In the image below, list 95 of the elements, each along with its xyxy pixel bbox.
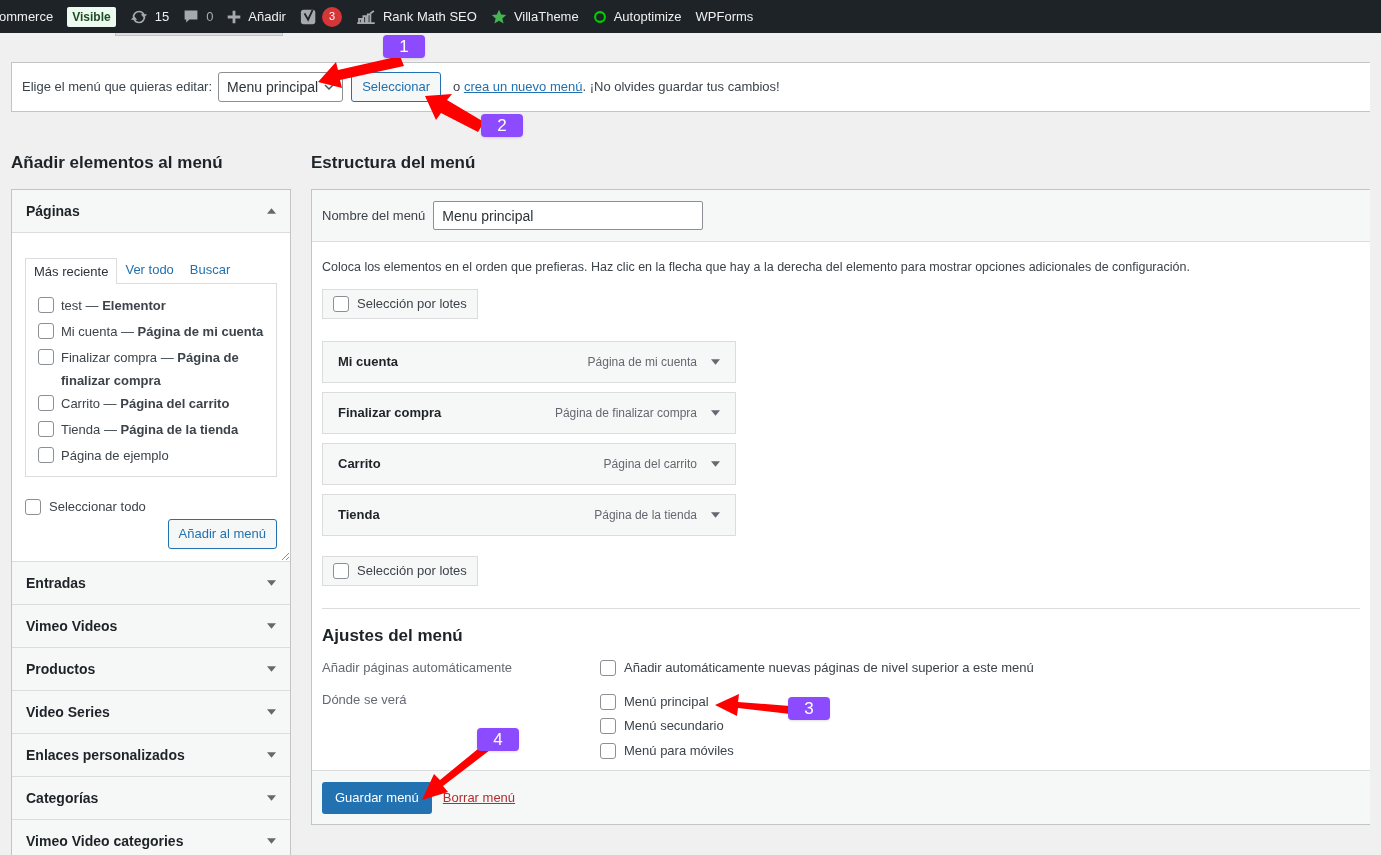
- checkbox[interactable]: [38, 297, 54, 313]
- expand-caret-icon[interactable]: [711, 358, 720, 365]
- panel-tab[interactable]: Buscar: [181, 257, 239, 283]
- admin-bar-item[interactable]: Autoptimize: [592, 6, 682, 27]
- item-type-label: Página de finalizar compra: [554, 404, 697, 422]
- expand-caret-icon[interactable]: [267, 838, 276, 844]
- bulk-select-control[interactable]: Selección por lotes: [322, 288, 478, 319]
- number-badge: 2: [481, 114, 523, 137]
- y-logo-icon: [299, 7, 318, 26]
- chart-logo-icon: [355, 9, 376, 24]
- item-type-label: Página de mi cuenta: [587, 353, 697, 371]
- expand-caret-icon[interactable]: [267, 580, 276, 586]
- checkbox[interactable]: [38, 349, 54, 365]
- item-type-label: Página del carrito: [603, 455, 697, 473]
- expand-caret-icon[interactable]: [711, 409, 720, 416]
- panel-tab[interactable]: Más reciente: [25, 258, 118, 284]
- checkbox[interactable]: [25, 498, 41, 515]
- panel-tab[interactable]: Ver todo: [117, 257, 182, 283]
- chevron-down-icon: [324, 84, 335, 90]
- setting-label: Dónde se verá: [322, 691, 407, 707]
- accordion-header[interactable]: Video Series: [12, 690, 290, 733]
- admin-bar-link[interactable]: ommerce: [0, 6, 54, 27]
- checkbox[interactable]: [600, 693, 616, 710]
- notification-count: 3: [321, 6, 342, 27]
- add-to-menu-button[interactable]: Añadir al menú: [167, 518, 277, 549]
- pages-accordion-header[interactable]: Páginas: [12, 190, 290, 233]
- page-option-label: Carrito — Página del carrito: [61, 395, 230, 413]
- expand-caret-icon[interactable]: [267, 709, 276, 715]
- page-option-label: Finalizar compra — Página de finalizar compra: [61, 349, 240, 390]
- collapse-caret-icon[interactable]: [267, 208, 276, 214]
- page-option-label: test — Elementor: [61, 297, 166, 315]
- circle-icon: [592, 9, 607, 24]
- accordion-header[interactable]: Vimeo Video categories: [12, 819, 290, 855]
- comment-icon: [183, 8, 200, 25]
- resize-handle-icon[interactable]: [281, 552, 289, 560]
- admin-bar-item[interactable]: 0: [183, 6, 214, 27]
- expand-caret-icon[interactable]: [711, 460, 720, 467]
- expand-caret-icon[interactable]: [267, 752, 276, 758]
- checkbox[interactable]: [38, 447, 54, 463]
- option-label: Añadir automáticamente nuevas páginas de nivel superior a este menú: [624, 659, 1034, 678]
- pointer-arrow: [425, 94, 484, 132]
- page-option-label: Página de ejemplo: [61, 447, 169, 465]
- admin-bar-item[interactable]: Rank Math SEO: [355, 6, 477, 27]
- location-option-label: Menú secundario: [624, 717, 724, 736]
- instructions-text: Coloca los elementos en el orden que prefieras. Haz clic en la flecha que hay a la derecha del elemento para mostrar opciones adicionales de configuración.: [322, 259, 1191, 276]
- settings-heading: Ajustes del menú: [322, 624, 464, 647]
- menu-item-bar[interactable]: Mi cuenta Página de mi cuenta: [322, 340, 736, 383]
- accordion-header[interactable]: Categorías: [12, 776, 290, 819]
- number-badge: 3: [788, 697, 830, 720]
- checkbox[interactable]: [333, 562, 349, 579]
- menu-item-bar[interactable]: Finalizar compra Página de finalizar compra: [322, 391, 736, 434]
- section-heading: Añadir elementos al menú: [11, 152, 224, 174]
- setting-label: Añadir páginas automáticamente: [322, 660, 513, 676]
- expand-caret-icon[interactable]: [267, 666, 276, 672]
- accordion-header[interactable]: Vimeo Videos: [12, 604, 290, 647]
- location-option-label: Menú para móviles: [624, 741, 734, 760]
- admin-bar-item[interactable]: Añadir: [227, 6, 286, 27]
- checkbox[interactable]: [38, 421, 54, 437]
- seo-menu-item[interactable]: 3: [299, 6, 342, 27]
- checkbox[interactable]: [600, 660, 616, 676]
- menu-name-field[interactable]: Menu principal: [433, 201, 704, 230]
- page-option-label: Tienda — Página de la tienda: [61, 421, 239, 439]
- bulk-select-control[interactable]: Selección por lotes: [322, 555, 478, 586]
- select-button[interactable]: Seleccionar: [351, 72, 442, 102]
- accordion-header[interactable]: Enlaces personalizados: [12, 733, 290, 776]
- number-badge: 1: [383, 35, 425, 58]
- accordion-header[interactable]: Productos: [12, 647, 290, 690]
- checkbox[interactable]: [38, 395, 54, 411]
- plus-icon: [227, 9, 242, 24]
- section-heading: Estructura del menú: [311, 152, 477, 174]
- menu-item-bar[interactable]: Carrito Página del carrito: [322, 442, 736, 485]
- select-label: Elige el menú que quieras editar:: [22, 78, 213, 97]
- star-icon: [490, 8, 507, 25]
- number-badge: 4: [477, 728, 519, 751]
- delete-menu-link[interactable]: Borrar menú: [442, 788, 516, 808]
- location-option-label: Menú principal: [624, 692, 709, 711]
- create-menu-text: o crea un nuevo menú. ¡No olvides guardar tus cambios!: [453, 78, 780, 97]
- save-menu-button[interactable]: Guardar menú: [322, 781, 432, 814]
- accordion-header[interactable]: Entradas: [12, 561, 290, 604]
- admin-bar-link[interactable]: WPForms: [695, 6, 754, 27]
- checkbox[interactable]: [600, 742, 616, 759]
- select-all-label: Seleccionar todo: [49, 498, 146, 516]
- expand-caret-icon[interactable]: [267, 795, 276, 801]
- menu-name-label: Nombre del menú: [322, 206, 426, 225]
- status-badge[interactable]: Visible: [67, 6, 116, 27]
- checkbox[interactable]: [333, 295, 349, 312]
- admin-bar-item[interactable]: 15: [129, 6, 170, 27]
- expand-caret-icon[interactable]: [267, 623, 276, 629]
- expand-caret-icon[interactable]: [711, 511, 720, 518]
- admin-bar-item[interactable]: VillaTheme: [490, 6, 579, 27]
- checkbox[interactable]: [600, 718, 616, 734]
- menu-item-bar[interactable]: Tienda Página de la tienda: [322, 493, 736, 536]
- page-option-label: Mi cuenta — Página de mi cuenta: [61, 323, 264, 341]
- checkbox[interactable]: [38, 323, 54, 339]
- item-type-label: Página de la tienda: [594, 506, 697, 524]
